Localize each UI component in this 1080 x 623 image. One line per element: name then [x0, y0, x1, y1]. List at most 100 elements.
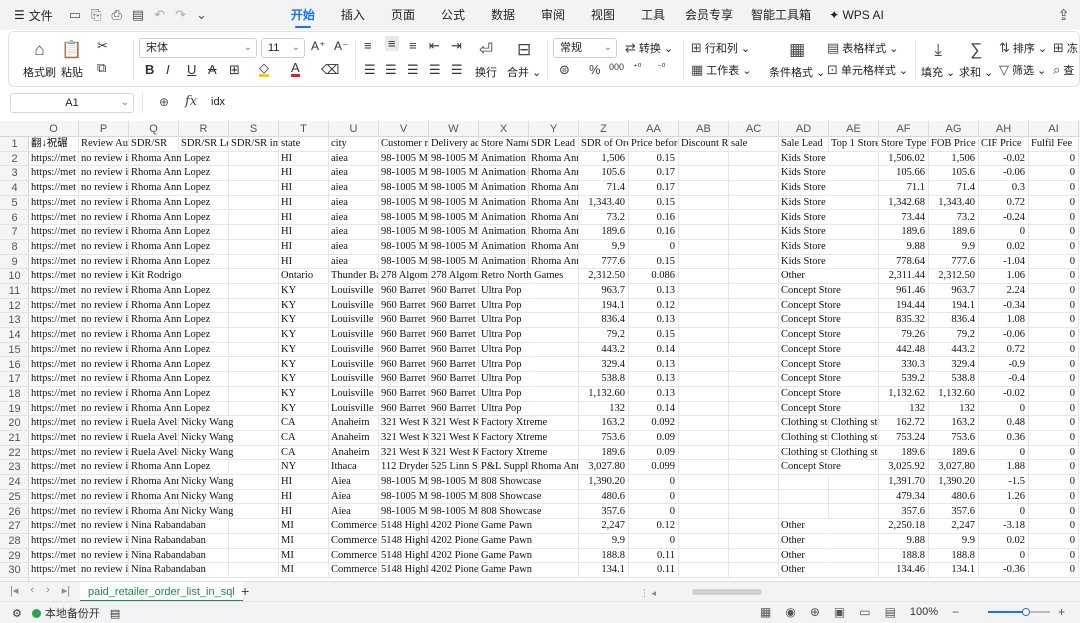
filter-button[interactable]: ▽ 筛选 ⌄ — [999, 62, 1046, 78]
cell[interactable]: no review in — [79, 460, 129, 476]
cell[interactable]: 132 — [879, 401, 929, 417]
cell[interactable] — [679, 416, 729, 431]
cell[interactable]: https://met — [29, 342, 79, 358]
cell[interactable]: 73.2 — [929, 210, 979, 226]
cell[interactable]: HI — [279, 475, 329, 490]
cell[interactable] — [829, 504, 879, 520]
cell[interactable] — [729, 166, 779, 182]
cell[interactable]: 1,343.40 — [929, 195, 979, 211]
cell[interactable]: HI — [279, 181, 329, 196]
cell[interactable]: 4202 Pionee — [429, 533, 479, 549]
cell[interactable]: 189.6 — [579, 445, 629, 461]
cell[interactable]: 357.6 — [579, 504, 629, 520]
cell[interactable]: 1,390.20 — [929, 475, 979, 490]
column-header-AD[interactable]: AD — [779, 121, 829, 137]
row-header[interactable]: 10 — [0, 269, 29, 284]
cell[interactable]: Rhoma Ann Lopez — [129, 372, 210, 387]
cell[interactable]: KY — [279, 357, 329, 373]
cell[interactable] — [229, 284, 279, 299]
cell[interactable]: 330.3 — [879, 357, 929, 373]
cell[interactable]: 960 Barret A — [379, 328, 429, 343]
cell[interactable]: https://met — [29, 225, 79, 240]
cell[interactable]: HI — [279, 254, 329, 270]
cell[interactable]: 753.6 — [929, 431, 979, 446]
cell[interactable]: Factory Xtreme — [479, 431, 547, 446]
cell[interactable] — [229, 489, 279, 505]
cell[interactable]: 3,027.80 — [579, 460, 629, 476]
cell[interactable]: 0 — [1029, 386, 1079, 402]
cell[interactable]: no review in — [79, 313, 129, 329]
cell[interactable]: 0 — [1029, 181, 1079, 196]
cell[interactable]: Rhoma Ann Lopez — [129, 460, 210, 476]
cell[interactable]: KY — [279, 284, 329, 299]
cell[interactable] — [779, 504, 829, 520]
cell[interactable]: 0 — [1029, 195, 1079, 211]
underline-icon[interactable]: U — [187, 62, 196, 77]
row-header[interactable]: 22 — [0, 446, 29, 461]
cell[interactable]: 98-1005 Mo — [379, 195, 429, 211]
cell[interactable]: Animation — [479, 239, 529, 255]
cell[interactable]: Nicky Wang — [179, 446, 233, 461]
cell[interactable] — [529, 563, 579, 578]
preview-icon[interactable]: ▤ — [132, 7, 144, 23]
cell[interactable]: 321 West Ka — [429, 445, 479, 461]
cell[interactable]: Ithaca — [329, 460, 379, 476]
cell[interactable] — [529, 533, 579, 549]
cell[interactable]: HI — [279, 210, 329, 226]
cell[interactable]: 0 — [1029, 548, 1079, 564]
cell[interactable]: no review in — [79, 372, 129, 387]
cell[interactable]: 0.14 — [629, 342, 679, 358]
cell[interactable]: Animation — [479, 166, 529, 182]
cell[interactable]: 357.6 — [929, 504, 979, 520]
row-header[interactable]: 24 — [0, 475, 29, 490]
cell[interactable] — [729, 563, 779, 578]
cell[interactable] — [679, 563, 729, 578]
decrease-decimal-icon[interactable]: ⁻⁰ — [657, 62, 665, 73]
cell[interactable]: Ultra Pop — [479, 313, 529, 329]
cell[interactable]: 1,132.60 — [579, 386, 629, 402]
cell[interactable] — [729, 269, 779, 284]
cell[interactable]: 0.12 — [629, 519, 679, 534]
cell[interactable]: Rhoma Ann Lopez — [129, 358, 210, 373]
cell[interactable]: 960 Barret A — [429, 284, 479, 299]
cell[interactable]: 0 — [979, 225, 1029, 240]
cell[interactable]: no review in — [79, 431, 129, 446]
column-header-P[interactable]: P — [79, 121, 129, 137]
cell[interactable]: Nina Rabandaban — [129, 519, 206, 534]
cell[interactable]: -1.5 — [979, 475, 1029, 490]
strikethrough-icon[interactable]: A — [208, 62, 217, 77]
cell[interactable]: 321 West Ka — [379, 431, 429, 446]
row-header[interactable]: 4 — [0, 181, 29, 196]
cell[interactable] — [229, 519, 279, 534]
cell[interactable]: Animation — [479, 181, 529, 196]
cell[interactable]: CA — [279, 431, 329, 446]
cell[interactable]: 1,391.70 — [879, 475, 929, 490]
cell[interactable]: Ontario — [279, 269, 329, 284]
cell[interactable]: no review in — [79, 533, 129, 549]
cell[interactable]: 321 West Ka — [429, 416, 479, 431]
row-header[interactable]: 18 — [0, 387, 29, 402]
tab-7[interactable]: 视图 — [591, 0, 615, 30]
cell[interactable]: MI — [279, 519, 329, 534]
name-box[interactable]: A1 ⌄ — [10, 93, 134, 113]
cell[interactable]: 1.06 — [979, 269, 1029, 284]
cell[interactable]: Rhoma Ann Lopez — [129, 166, 210, 182]
cell[interactable]: Ultra Pop — [479, 328, 529, 343]
cell[interactable] — [529, 342, 579, 358]
cell[interactable] — [679, 445, 729, 461]
cell[interactable]: -0.06 — [979, 166, 1029, 182]
cell[interactable] — [229, 166, 279, 182]
sheet-tab-active[interactable]: paid_retailer_order_list_in_sql — [80, 582, 243, 602]
wrap-text-button[interactable]: ⏎ 换行 — [475, 39, 497, 80]
cell[interactable]: Louisville — [329, 342, 379, 358]
cell[interactable] — [729, 504, 779, 520]
cell[interactable]: -0.36 — [979, 563, 1029, 578]
increase-decimal-icon[interactable]: ⁺⁰ — [633, 62, 641, 73]
cell[interactable]: no review in — [79, 225, 129, 240]
cell[interactable] — [229, 239, 279, 255]
column-header-AI[interactable]: AI — [1029, 121, 1079, 137]
cell[interactable]: Nina Rabandaban — [129, 534, 206, 549]
cell[interactable]: 4202 Pionee — [429, 563, 479, 578]
cell[interactable] — [829, 210, 879, 226]
cell[interactable]: 105.66 — [879, 166, 929, 182]
